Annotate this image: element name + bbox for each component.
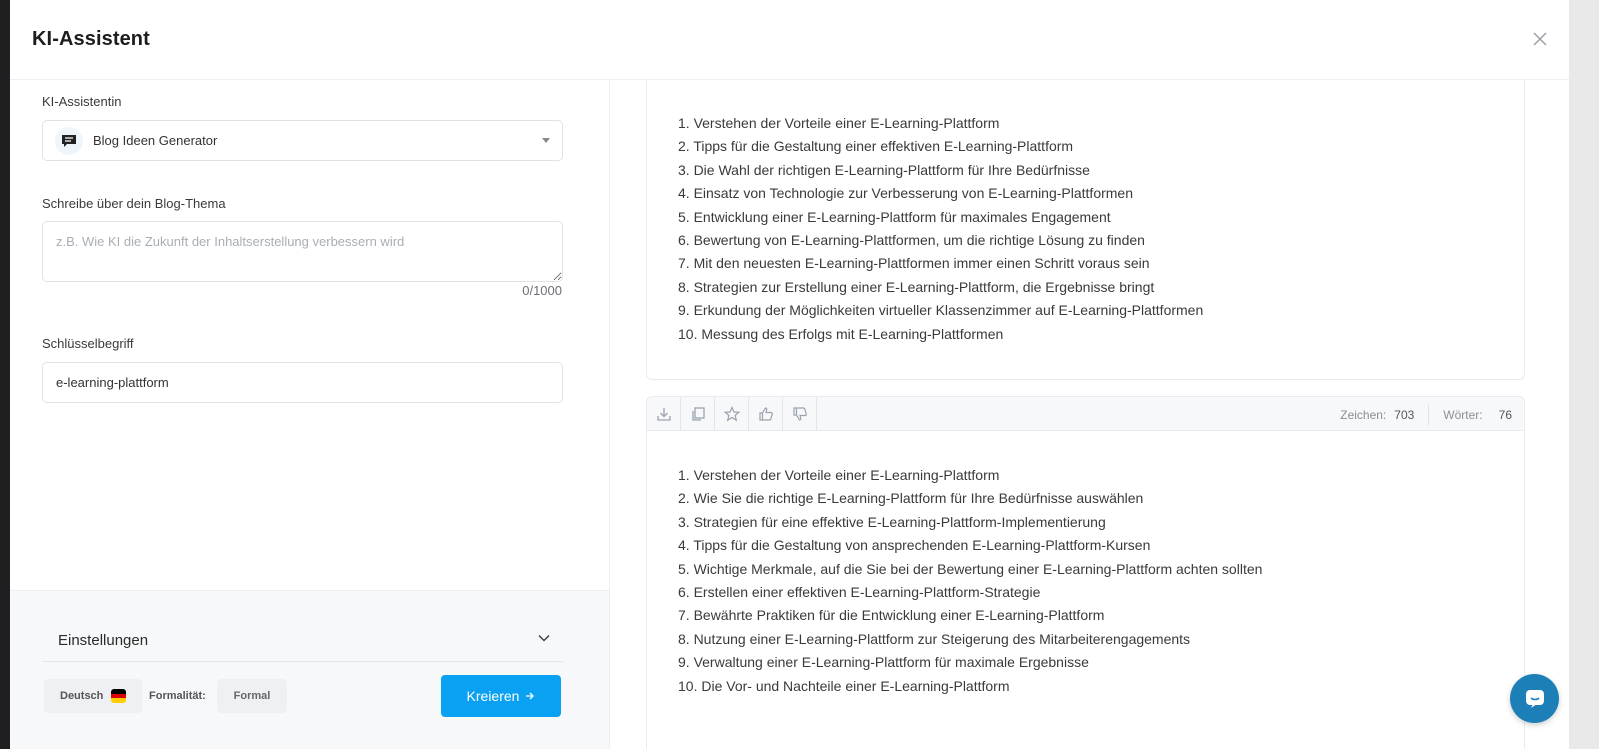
assistant-select[interactable]: Blog Ideen Generator [42,120,563,161]
modal-header: KI-Assistent [10,0,1569,80]
form-pane: KI-Assistentin Blog Ideen Generator Schr… [10,80,610,749]
thumbs-down-icon[interactable] [783,396,817,431]
close-icon[interactable] [1529,28,1551,50]
assistant-label: KI-Assistentin [42,94,122,109]
list-item: 8. Strategien zur Erstellung einer E-Lea… [678,278,1155,295]
list-item: 8. Nutzung einer E-Learning-Plattform zu… [678,630,1191,647]
list-item: 6. Erstellen einer effektiven E-Learning… [678,584,1041,601]
create-button-label: Kreieren [466,688,520,704]
list-item: 1. Verstehen der Vorteile einer E-Learni… [678,115,1000,131]
topic-label: Schreibe über dein Blog-Thema [42,196,226,211]
list-item: 5. Wichtige Merkmale, auf die Sie bei de… [678,560,1263,577]
download-icon[interactable] [647,396,681,431]
language-label: Deutsch [60,690,104,702]
result-card: 1. Verstehen der Vorteile einer E-Learni… [646,430,1525,749]
settings-label: Einstellungen [58,632,149,649]
result-list: 1. Verstehen der Vorteile einer E-Learni… [678,112,1203,346]
backdrop-left [0,0,10,749]
char-count-label: Zeichen: [1340,407,1387,422]
chat-message-icon [55,126,83,155]
list-item: 4. Tipps für die Gestaltung von ansprech… [678,537,1151,554]
stats-divider [1428,404,1430,425]
settings-toggle[interactable]: Einstellungen [42,620,563,662]
result-card: 1. Verstehen der Vorteile einer E-Learni… [646,80,1525,380]
list-item: 10. Messung des Erfolgs mit E-Learning-P… [678,325,1004,342]
result-stats: Zeichen: 703 Wörter: 76 [1340,397,1512,432]
result-toolbar: Zeichen: 703 Wörter: 76 [646,396,1525,431]
list-item: 7. Mit den neuesten E-Learning-Plattform… [678,255,1150,272]
formality-button[interactable]: Formal [217,679,287,713]
word-count: 76 [1498,407,1512,422]
copy-icon[interactable] [681,396,715,431]
list-item: 5. Entwicklung einer E-Learning-Plattfor… [678,208,1111,225]
results-pane: 1. Verstehen der Vorteile einer E-Learni… [610,80,1569,749]
create-button[interactable]: Kreieren [441,675,561,717]
formality-label: Formalität: [149,690,206,702]
list-item: 7. Bewährte Praktiken für die Entwicklun… [678,607,1105,624]
thumbs-up-icon[interactable] [749,396,783,431]
settings-panel: Einstellungen Deutsch Formalität: Formal… [10,590,609,749]
list-item: 6. Bewertung von E-Learning-Plattformen,… [678,232,1145,249]
topic-char-counter: 0/1000 [522,283,562,298]
list-item: 2. Tipps für die Gestaltung einer effekt… [678,138,1074,155]
chevron-down-icon [537,631,551,650]
star-icon[interactable] [715,396,749,431]
list-item: 2. Wie Sie die richtige E-Learning-Platt… [678,490,1144,507]
keyword-input[interactable] [42,362,563,403]
list-item: 10. Die Vor- und Nachteile einer E-Learn… [678,677,1010,694]
list-item: 3. Strategien für eine effektive E-Learn… [678,513,1106,530]
modal-title: KI-Assistent [32,28,150,50]
result-list: 1. Verstehen der Vorteile einer E-Learni… [678,464,1262,698]
backdrop-scrollbar [1569,0,1599,749]
list-item: 9. Erkundung der Möglichkeiten virtuelle… [678,302,1204,319]
word-count-label: Wörter: [1443,407,1483,422]
language-button[interactable]: Deutsch [44,679,143,713]
list-item: 4. Einsatz von Technologie zur Verbesser… [678,185,1134,202]
caret-down-icon [542,138,550,143]
list-item: 1. Verstehen der Vorteile einer E-Learni… [678,467,1000,483]
assistant-select-value: Blog Ideen Generator [93,133,218,148]
list-item: 9. Verwaltung einer E-Learning-Plattform… [678,654,1089,671]
chat-widget-icon[interactable] [1510,674,1559,723]
char-count: 703 [1394,407,1415,422]
list-item: 3. Die Wahl der richtigen E-Learning-Pla… [678,161,1090,178]
arrow-right-icon [525,688,535,704]
topic-textarea[interactable] [42,221,563,282]
german-flag-icon [111,689,127,703]
ki-assistant-modal: KI-Assistent KI-Assistentin Blog Ideen G… [10,0,1569,749]
keyword-label: Schlüsselbegriff [42,336,134,351]
